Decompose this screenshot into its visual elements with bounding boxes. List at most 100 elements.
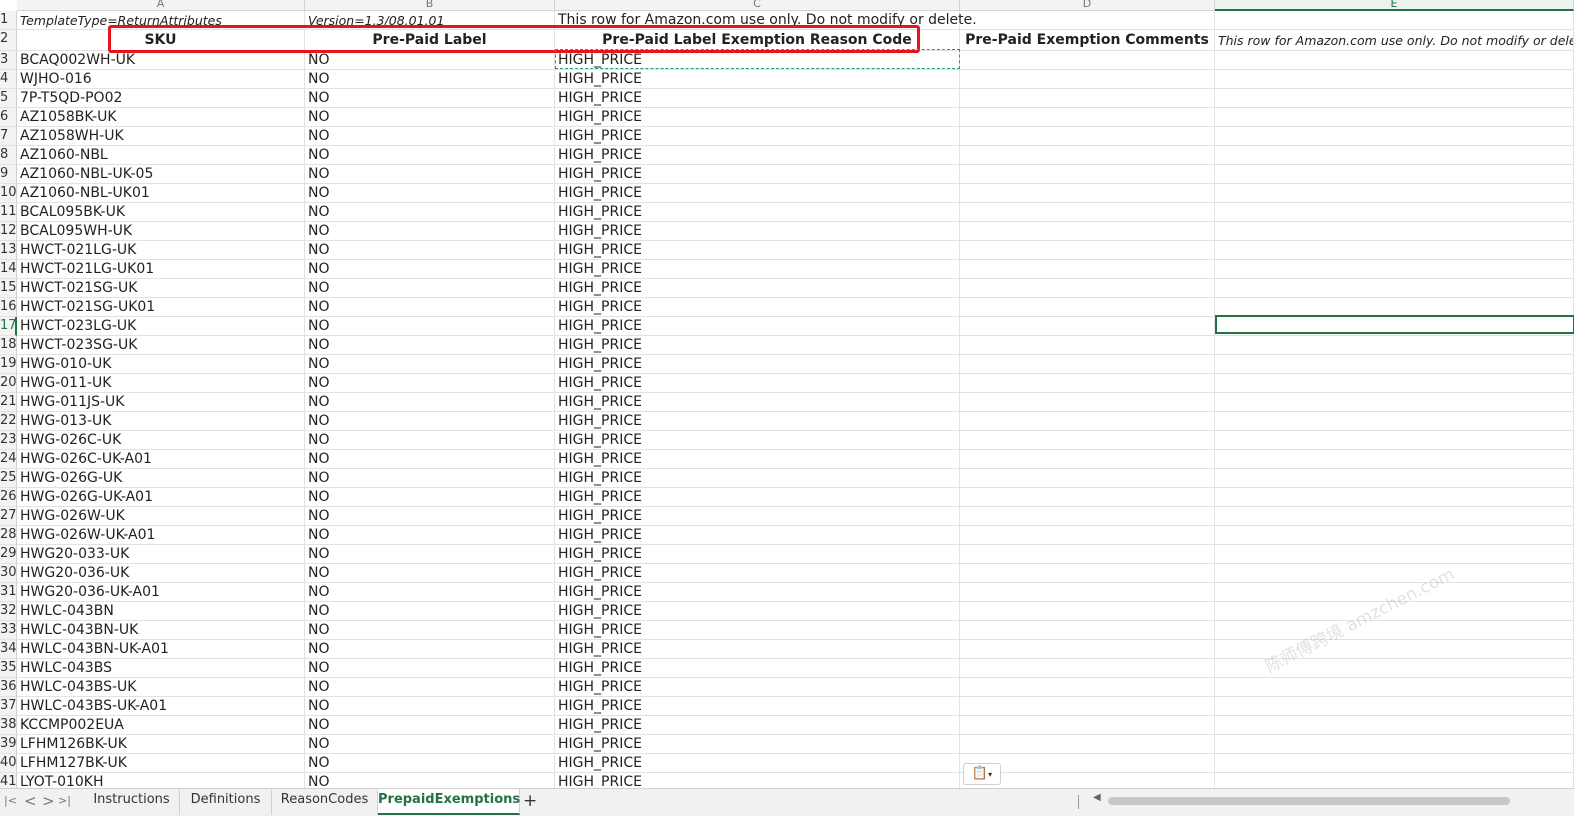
- cell-prepaid-label[interactable]: NO: [305, 545, 555, 564]
- row-number[interactable]: 25: [0, 469, 17, 488]
- cell-comments[interactable]: [960, 716, 1215, 735]
- cell-comments[interactable]: [960, 108, 1215, 127]
- cell-reason-code[interactable]: HIGH_PRICE: [555, 70, 960, 89]
- cell-e[interactable]: [1215, 336, 1574, 355]
- cell-comments[interactable]: [960, 488, 1215, 507]
- cell-a2-sku-header[interactable]: SKU: [17, 30, 305, 51]
- cell-reason-code[interactable]: HIGH_PRICE: [555, 184, 960, 203]
- cell-prepaid-label[interactable]: NO: [305, 146, 555, 165]
- cell-reason-code[interactable]: HIGH_PRICE: [555, 469, 960, 488]
- cell-e[interactable]: [1215, 317, 1574, 336]
- cell-e[interactable]: [1215, 108, 1574, 127]
- cell-sku[interactable]: LFHM127BK-UK: [17, 754, 305, 773]
- cell-prepaid-label[interactable]: NO: [305, 374, 555, 393]
- cell-sku[interactable]: AZ1060-NBL: [17, 146, 305, 165]
- cell-comments[interactable]: [960, 165, 1215, 184]
- cell-sku[interactable]: BCAQ002WH-UK: [17, 51, 305, 70]
- cell-comments[interactable]: [960, 184, 1215, 203]
- cell-prepaid-label[interactable]: NO: [305, 754, 555, 773]
- cell-e[interactable]: [1215, 355, 1574, 374]
- row-number[interactable]: 1: [0, 11, 17, 30]
- cell-e[interactable]: [1215, 393, 1574, 412]
- cell-reason-code[interactable]: HIGH_PRICE: [555, 754, 960, 773]
- row-number[interactable]: 33: [0, 621, 17, 640]
- cell-reason-code[interactable]: HIGH_PRICE: [555, 203, 960, 222]
- cell-prepaid-label[interactable]: NO: [305, 203, 555, 222]
- row-number[interactable]: 19: [0, 355, 17, 374]
- column-header-e[interactable]: E: [1215, 0, 1574, 11]
- cell-comments[interactable]: [960, 146, 1215, 165]
- cell-sku[interactable]: AZ1060-NBL-UK-05: [17, 165, 305, 184]
- cell-e[interactable]: [1215, 583, 1574, 602]
- horizontal-scrollbar[interactable]: [1108, 797, 1510, 805]
- cell-prepaid-label[interactable]: NO: [305, 507, 555, 526]
- cell-sku[interactable]: HWLC-043BS-UK: [17, 678, 305, 697]
- row-number[interactable]: 2: [0, 30, 17, 51]
- cell-sku[interactable]: HWG-026W-UK: [17, 507, 305, 526]
- cell-comments[interactable]: [960, 241, 1215, 260]
- cell-comments[interactable]: [960, 70, 1215, 89]
- cell-reason-code[interactable]: HIGH_PRICE: [555, 526, 960, 545]
- cell-comments[interactable]: [960, 431, 1215, 450]
- cell-prepaid-label[interactable]: NO: [305, 412, 555, 431]
- cell-comments[interactable]: [960, 469, 1215, 488]
- cell-reason-code[interactable]: HIGH_PRICE: [555, 355, 960, 374]
- cell-e[interactable]: [1215, 659, 1574, 678]
- cell-reason-code[interactable]: HIGH_PRICE: [555, 89, 960, 108]
- cell-comments[interactable]: [960, 298, 1215, 317]
- last-sheet-button[interactable]: >|: [58, 789, 71, 815]
- cell-prepaid-label[interactable]: NO: [305, 431, 555, 450]
- row-number[interactable]: 28: [0, 526, 17, 545]
- row-number[interactable]: 20: [0, 374, 17, 393]
- row-number[interactable]: 14: [0, 260, 17, 279]
- cell-comments[interactable]: [960, 507, 1215, 526]
- cell-reason-code[interactable]: HIGH_PRICE: [555, 260, 960, 279]
- cell-e[interactable]: [1215, 374, 1574, 393]
- cell-prepaid-label[interactable]: NO: [305, 735, 555, 754]
- add-sheet-button[interactable]: +: [523, 789, 537, 815]
- cell-prepaid-label[interactable]: NO: [305, 621, 555, 640]
- cell-e[interactable]: [1215, 640, 1574, 659]
- cell-sku[interactable]: HWCT-021LG-UK: [17, 241, 305, 260]
- cell-comments[interactable]: [960, 317, 1215, 336]
- row-number[interactable]: 36: [0, 678, 17, 697]
- cell-comments[interactable]: [960, 450, 1215, 469]
- cell-c1[interactable]: This row for Amazon.com use only. Do not…: [555, 11, 977, 30]
- cell-e[interactable]: [1215, 431, 1574, 450]
- cell-prepaid-label[interactable]: NO: [305, 51, 555, 70]
- cell-prepaid-label[interactable]: NO: [305, 184, 555, 203]
- cell-prepaid-label[interactable]: NO: [305, 716, 555, 735]
- cell-sku[interactable]: HWG-026G-UK: [17, 469, 305, 488]
- cell-reason-code[interactable]: HIGH_PRICE: [555, 146, 960, 165]
- cell-sku[interactable]: HWG-026W-UK-A01: [17, 526, 305, 545]
- cell-reason-code[interactable]: HIGH_PRICE: [555, 583, 960, 602]
- cell-reason-code[interactable]: HIGH_PRICE: [555, 51, 960, 70]
- row-number[interactable]: 7: [0, 127, 17, 146]
- row-number[interactable]: 13: [0, 241, 17, 260]
- row-number[interactable]: 38: [0, 716, 17, 735]
- cell-sku[interactable]: LFHM126BK-UK: [17, 735, 305, 754]
- cell-e[interactable]: [1215, 697, 1574, 716]
- cell-e[interactable]: [1215, 773, 1574, 788]
- row-number[interactable]: 10: [0, 184, 17, 203]
- scroll-left-arrow-icon[interactable]: ◀: [1093, 792, 1101, 803]
- cell-e[interactable]: [1215, 165, 1574, 184]
- cell-sku[interactable]: BCAL095WH-UK: [17, 222, 305, 241]
- cell-sku[interactable]: AZ1058WH-UK: [17, 127, 305, 146]
- cell-reason-code[interactable]: HIGH_PRICE: [555, 336, 960, 355]
- row-number[interactable]: 39: [0, 735, 17, 754]
- cell-reason-code[interactable]: HIGH_PRICE: [555, 621, 960, 640]
- cell-prepaid-label[interactable]: NO: [305, 450, 555, 469]
- cell-reason-code[interactable]: HIGH_PRICE: [555, 507, 960, 526]
- cell-e[interactable]: [1215, 488, 1574, 507]
- row-number[interactable]: 40: [0, 754, 17, 773]
- cell-comments[interactable]: [960, 279, 1215, 298]
- next-sheet-button[interactable]: >: [42, 789, 55, 815]
- row-number[interactable]: 27: [0, 507, 17, 526]
- cell-prepaid-label[interactable]: NO: [305, 108, 555, 127]
- cell-e[interactable]: [1215, 241, 1574, 260]
- cell-e[interactable]: [1215, 127, 1574, 146]
- cell-prepaid-label[interactable]: NO: [305, 564, 555, 583]
- cell-reason-code[interactable]: HIGH_PRICE: [555, 317, 960, 336]
- cell-comments[interactable]: [960, 602, 1215, 621]
